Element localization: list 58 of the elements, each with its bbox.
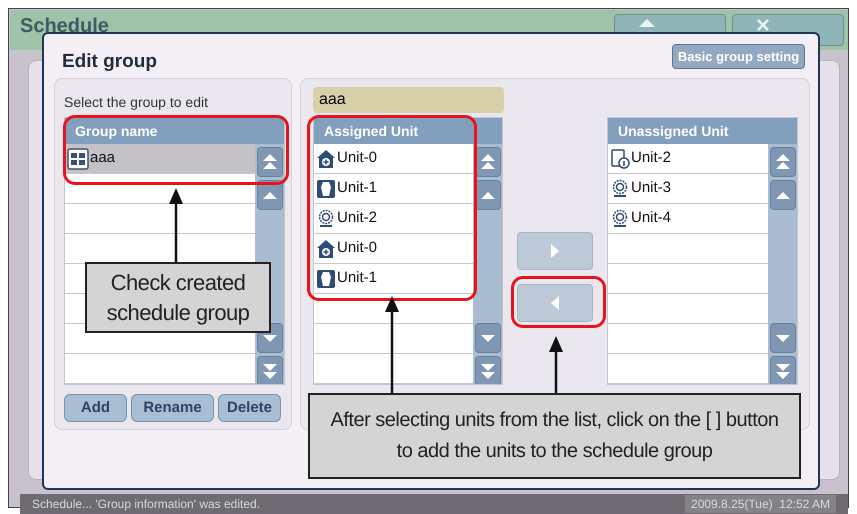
home-icon <box>639 19 655 27</box>
unit-name: Unit-4 <box>631 208 672 228</box>
unit-name: Unit-0 <box>337 148 378 168</box>
unit-name: Unit-3 <box>631 178 672 198</box>
group-name-field[interactable]: aaa <box>313 87 504 113</box>
scroll-up-button[interactable] <box>256 180 282 210</box>
unit-name: Unit-1 <box>337 268 378 288</box>
unit-name: Unit-1 <box>337 178 378 198</box>
panel-button[interactable]: Add <box>64 394 127 422</box>
panel-label: Select the group to edit <box>64 93 208 112</box>
scrollbar-header <box>473 118 502 144</box>
column-header: Group name <box>65 118 255 144</box>
callout-arrow <box>548 336 564 394</box>
unit-row[interactable]: Unit-2 <box>608 144 768 174</box>
house-icon <box>316 148 336 168</box>
status-message: Schedule... 'Group information' was edited. <box>32 496 260 513</box>
column-header: Unassigned Unit <box>608 118 768 144</box>
gear-icon <box>610 208 630 228</box>
unit-row[interactable]: Unit-0 <box>314 234 473 264</box>
down-icon <box>776 334 790 342</box>
unit-row[interactable]: Unit-0 <box>314 144 473 174</box>
up-icon <box>776 192 790 198</box>
up-icon <box>262 192 276 198</box>
unit-row[interactable]: Unit-1 <box>314 174 473 204</box>
scroll-top-button[interactable] <box>770 147 796 177</box>
panel-button[interactable]: Rename <box>131 394 214 422</box>
gear-icon <box>316 208 336 228</box>
group-icon <box>67 148 89 170</box>
scrollbar[interactable] <box>768 144 797 384</box>
status-datetime: 2009.8.25(Tue) 12:52 AM <box>685 495 836 513</box>
callout-note: Check created schedule group <box>85 262 271 333</box>
unit-icon <box>316 178 336 198</box>
dialog-title: Edit group <box>62 50 157 74</box>
group-item[interactable]: aaa <box>65 144 255 174</box>
unit-row[interactable]: Unit-1 <box>314 264 473 294</box>
scroll-bottom-button[interactable] <box>256 356 282 384</box>
scroll-top-button[interactable] <box>256 147 282 177</box>
up-icon <box>480 192 494 198</box>
unit-icon <box>316 268 336 288</box>
screen-title: Schedule <box>20 16 109 36</box>
column-header: Assigned Unit <box>314 118 473 144</box>
unit-name: Unit-0 <box>337 238 378 258</box>
down-icon <box>480 334 494 342</box>
unit-name: Unit-2 <box>337 208 378 228</box>
scrollbar[interactable] <box>473 144 502 384</box>
scroll-bottom-button[interactable] <box>474 356 500 384</box>
callout-note: After selecting units from the list, click on the [ ] button to add the units to the schedule group <box>308 393 801 479</box>
scroll-bottom-button[interactable] <box>770 356 796 384</box>
panel-button[interactable]: Delete <box>218 394 281 422</box>
house-icon <box>316 238 336 258</box>
scrollbar-header <box>768 118 797 144</box>
group-name: aaa <box>90 148 116 168</box>
scroll-up-button[interactable] <box>770 180 796 210</box>
info-icon <box>610 148 630 168</box>
down-icon <box>262 334 276 342</box>
scrollbar-header <box>255 118 284 144</box>
unit-name: Unit-2 <box>631 148 672 168</box>
gear-icon <box>610 178 630 198</box>
